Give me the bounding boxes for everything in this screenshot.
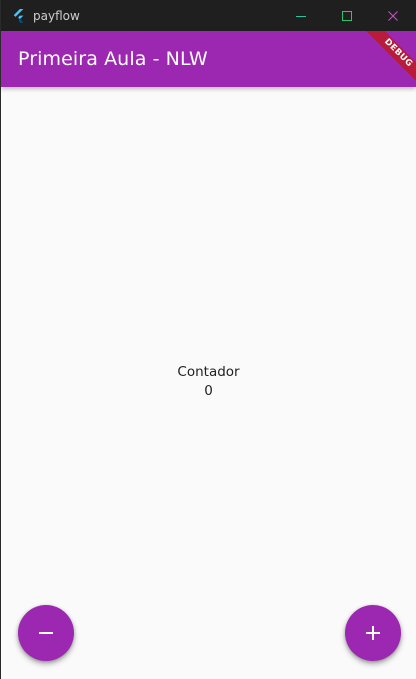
decrement-button[interactable] xyxy=(18,605,74,661)
maximize-button[interactable] xyxy=(324,0,370,31)
minus-icon xyxy=(39,632,53,634)
close-button[interactable] xyxy=(370,0,416,31)
increment-button[interactable] xyxy=(345,605,401,661)
flutter-icon xyxy=(13,8,24,23)
counter-display: Contador 0 xyxy=(1,363,416,401)
window-title: payflow xyxy=(33,8,80,23)
close-icon xyxy=(388,10,398,21)
page-title: Primeira Aula - NLW xyxy=(18,48,208,70)
debug-banner: DEBUG xyxy=(356,31,416,91)
maximize-icon xyxy=(342,10,352,21)
counter-label: Contador xyxy=(177,364,240,380)
plus-icon xyxy=(366,626,380,640)
app-bar: Primeira Aula - NLW xyxy=(1,31,416,87)
window-controls xyxy=(278,0,416,31)
main-content: Contador 0 xyxy=(1,87,416,679)
minimize-icon xyxy=(296,15,306,17)
minimize-button[interactable] xyxy=(278,0,324,31)
counter-value: 0 xyxy=(204,383,213,399)
window-title-bar[interactable]: payflow xyxy=(1,0,416,31)
app-window: payflow Primeira Aula - NLW DEBUG Contad… xyxy=(0,0,416,679)
debug-label: DEBUG xyxy=(365,31,416,87)
